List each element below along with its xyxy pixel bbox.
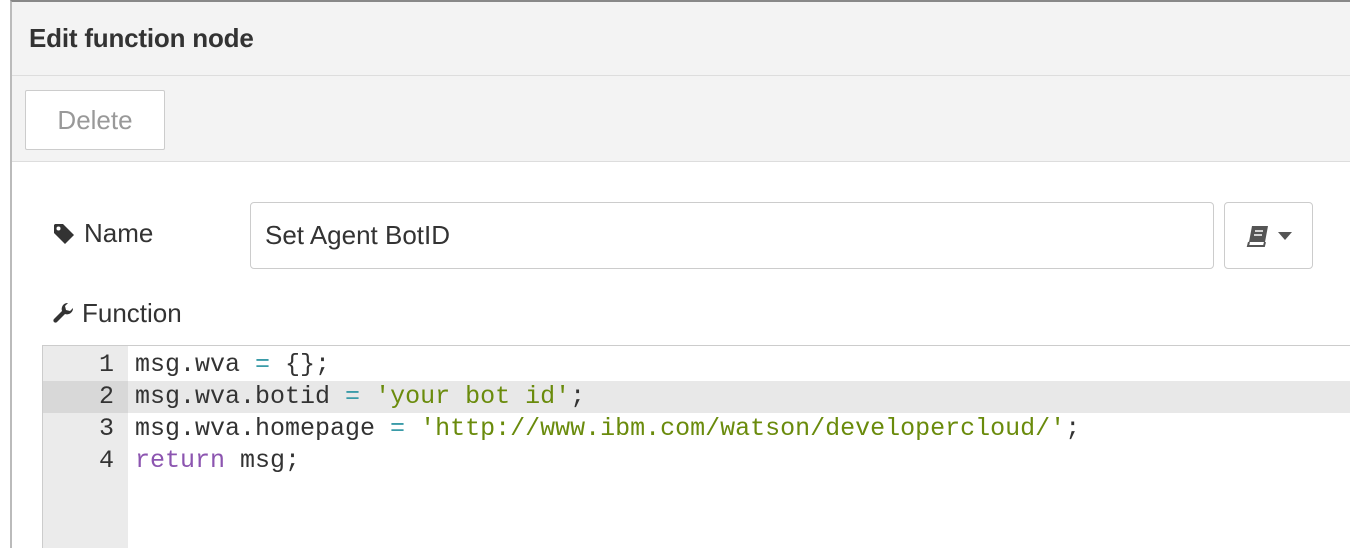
code-line[interactable]: 1 msg.wva = {}; [43, 349, 1350, 381]
code-token: msg.wva.botid [135, 382, 346, 411]
code-token: msg.wva [135, 350, 256, 379]
code-line[interactable]: 3 msg.wva.homepage = 'http://www.ibm.com/… [43, 413, 1350, 445]
code-token: = [345, 382, 361, 411]
code-token: 'your bot id' [375, 382, 571, 411]
line-number: 4 [98, 446, 114, 475]
wrench-icon [53, 302, 74, 323]
dialog-toolbar: Delete [12, 76, 1350, 162]
code-token: 'http://www.ibm.com/watson/developerclou… [420, 414, 1066, 443]
code-text: return msg; [135, 445, 300, 477]
function-row: Function [52, 298, 182, 329]
code-token: {}; [270, 350, 331, 379]
tag-icon [54, 223, 74, 244]
name-input[interactable] [250, 202, 1214, 269]
code-token: return [135, 446, 226, 475]
code-token: = [390, 414, 406, 443]
line-number: 3 [98, 414, 114, 443]
function-label: Function [82, 298, 182, 328]
library-button[interactable] [1224, 202, 1313, 269]
code-token: ; [1065, 414, 1081, 443]
code-editor[interactable]: 1 msg.wva = {}; 2 msg.wva.botid = 'your bot… [42, 345, 1350, 548]
name-label-wrap: Name [52, 218, 153, 249]
caret-down-icon [1277, 231, 1292, 240]
code-line[interactable]: 4 return msg; [43, 445, 1350, 477]
code-line[interactable]: 2 msg.wva.botid = 'your bot id'; [43, 381, 1350, 413]
code-text: msg.wva.homepage = 'http://www.ibm.com/w… [135, 413, 1080, 445]
code-token: msg; [225, 446, 301, 475]
code-token: ; [570, 382, 586, 411]
code-token: = [255, 350, 271, 379]
dialog-title: Edit function node [29, 23, 254, 53]
code-text: msg.wva.botid = 'your bot id'; [135, 381, 585, 413]
code-token: msg.wva.homepage [135, 414, 391, 443]
dialog-header: Edit function node [12, 2, 1350, 76]
book-icon [1246, 225, 1268, 247]
line-number: 2 [43, 381, 128, 413]
code-text: msg.wva = {}; [135, 349, 330, 381]
delete-button[interactable]: Delete [25, 90, 165, 150]
name-label: Name [84, 218, 154, 248]
line-number: 1 [98, 350, 114, 379]
name-row: Name [52, 218, 153, 249]
function-label-wrap: Function [52, 298, 182, 329]
